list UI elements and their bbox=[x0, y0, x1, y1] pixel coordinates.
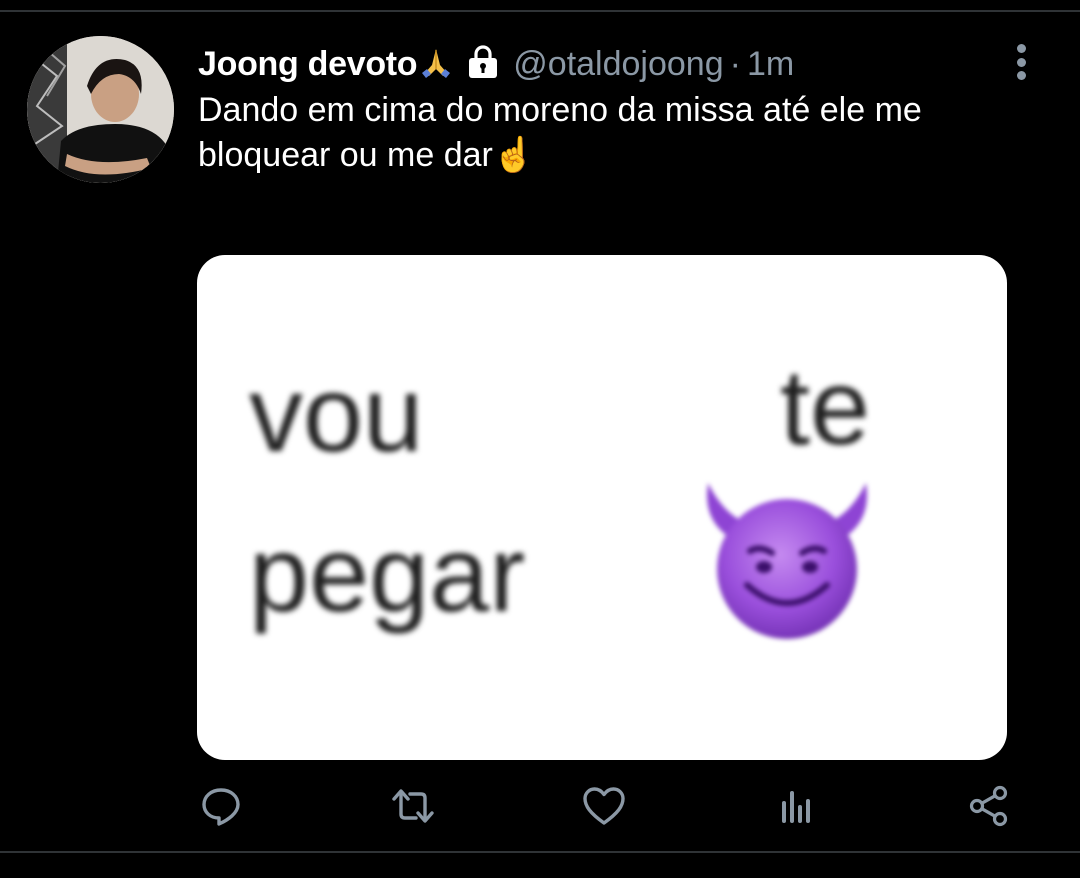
analytics-button[interactable] bbox=[773, 785, 819, 831]
smiling-devil-icon bbox=[702, 481, 872, 641]
display-name[interactable]: Joong devoto bbox=[198, 45, 418, 84]
tweet-media-image[interactable]: vou te pegar bbox=[197, 255, 1007, 760]
reply-icon bbox=[200, 785, 242, 832]
more-dot bbox=[1016, 57, 1026, 67]
tweet[interactable]: Joong devoto @otaldojoong · 1m Dando em … bbox=[0, 0, 1080, 878]
timestamp[interactable]: 1m bbox=[747, 45, 794, 84]
tweet-header: Joong devoto @otaldojoong · 1m bbox=[198, 38, 794, 90]
divider bbox=[0, 10, 1080, 12]
separator: · bbox=[729, 44, 741, 83]
divider bbox=[0, 851, 1080, 853]
media-word-vou: vou bbox=[249, 353, 424, 474]
media-word-te: te bbox=[780, 346, 871, 467]
media-word-pegar: pegar bbox=[249, 513, 526, 634]
retweet-button[interactable] bbox=[390, 785, 436, 831]
avatar[interactable] bbox=[27, 36, 174, 183]
tweet-actions bbox=[0, 770, 1080, 840]
lock-icon bbox=[465, 44, 501, 85]
share-button[interactable] bbox=[966, 785, 1012, 831]
reply-button[interactable] bbox=[198, 785, 244, 831]
retweet-icon bbox=[390, 785, 436, 832]
tweet-text: Dando em cima do moreno da missa até ele… bbox=[198, 88, 1058, 178]
more-dot bbox=[1016, 44, 1026, 53]
avatar-image bbox=[27, 36, 174, 183]
pointing-up-icon: ☝️ bbox=[492, 136, 536, 174]
like-button[interactable] bbox=[581, 785, 627, 831]
more-options-button[interactable] bbox=[1006, 42, 1036, 82]
share-icon bbox=[967, 784, 1011, 833]
more-dot bbox=[1016, 71, 1026, 80]
handle[interactable]: @otaldojoong bbox=[513, 45, 723, 84]
folded-hands-icon bbox=[419, 45, 453, 84]
analytics-icon bbox=[775, 785, 817, 832]
heart-icon bbox=[582, 785, 626, 832]
tweet-text-body: Dando em cima do moreno da missa até ele… bbox=[198, 91, 922, 174]
